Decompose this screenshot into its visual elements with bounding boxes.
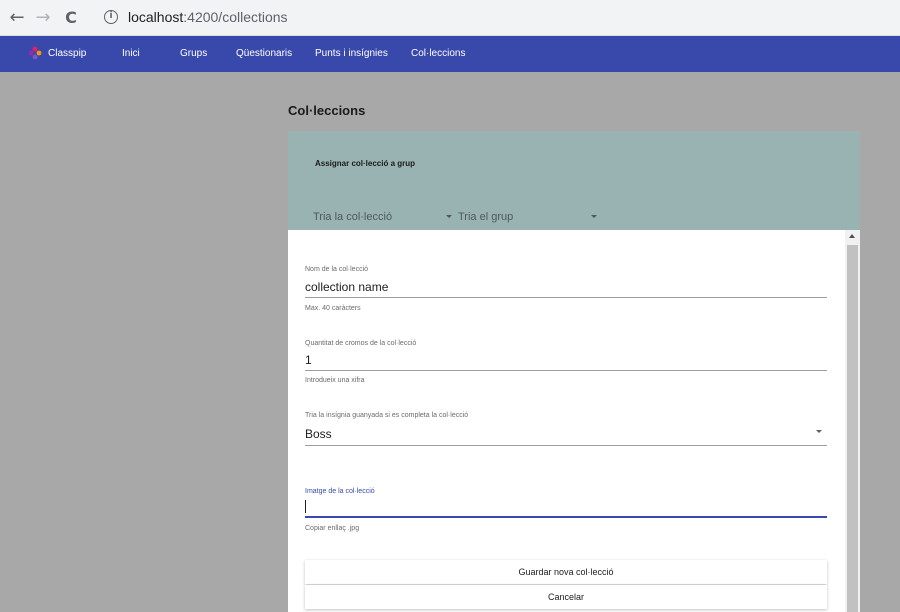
url-path: :4200/collections xyxy=(183,9,288,25)
reload-icon[interactable]: C xyxy=(60,7,82,29)
count-field-value[interactable]: 1 xyxy=(305,353,312,367)
count-field-underline xyxy=(305,370,827,371)
image-field-underline xyxy=(305,516,827,518)
badge-select-underline xyxy=(305,445,827,446)
chevron-down-icon[interactable] xyxy=(816,430,822,433)
nav-item-inici[interactable]: Inici xyxy=(122,48,140,59)
image-field-label: Imatge de la col·lecció xyxy=(305,488,375,495)
nav-item-punts[interactable]: Punts i insígnies xyxy=(315,48,388,59)
name-field-underline xyxy=(305,297,827,298)
url-host: localhost xyxy=(128,9,184,25)
badge-select-value[interactable]: Boss xyxy=(305,427,332,441)
forward-arrow-icon[interactable]: → xyxy=(32,7,54,29)
url-text[interactable]: localhost:4200/collections xyxy=(128,9,288,25)
nav-item-colleccions[interactable]: Col·leccions xyxy=(411,48,465,59)
image-field-hint: Copiar enllaç .jpg xyxy=(305,525,360,532)
info-icon[interactable]: i xyxy=(104,10,118,24)
collection-select[interactable]: Tria la col·lecció xyxy=(313,211,392,223)
text-cursor xyxy=(305,500,306,513)
scrollbar-thumb[interactable] xyxy=(847,245,858,612)
nav-item-questionaris[interactable]: Qüestionaris xyxy=(236,48,292,59)
nav-item-grups[interactable]: Grups xyxy=(180,48,207,59)
scroll-up-icon[interactable] xyxy=(849,234,855,238)
count-field-label: Quantitat de cromos de la col·lecció xyxy=(305,340,417,347)
count-field-hint: Introdueix una xifra xyxy=(305,377,365,384)
badge-select-label: Tria la insígnia guanyada si es completa… xyxy=(305,412,469,419)
save-collection-button[interactable]: Guardar nova col·lecció xyxy=(305,560,827,584)
name-field-label: Nom de la col·lecció xyxy=(305,266,369,273)
name-field-hint: Max. 40 caràcters xyxy=(305,305,361,312)
cancel-button[interactable]: Cancelar xyxy=(305,585,827,609)
classpip-logo-icon[interactable] xyxy=(28,46,42,60)
back-arrow-icon[interactable]: ← xyxy=(6,7,28,29)
page-title: Col·leccions xyxy=(288,103,366,118)
chevron-down-icon[interactable] xyxy=(446,215,452,218)
group-select[interactable]: Tria el grup xyxy=(458,211,513,223)
card-title: Assignar col·lecció a grup xyxy=(315,159,416,168)
nav-brand[interactable]: Classpip xyxy=(48,48,86,59)
chevron-down-icon[interactable] xyxy=(591,215,597,218)
name-field-value[interactable]: collection name xyxy=(305,280,388,294)
